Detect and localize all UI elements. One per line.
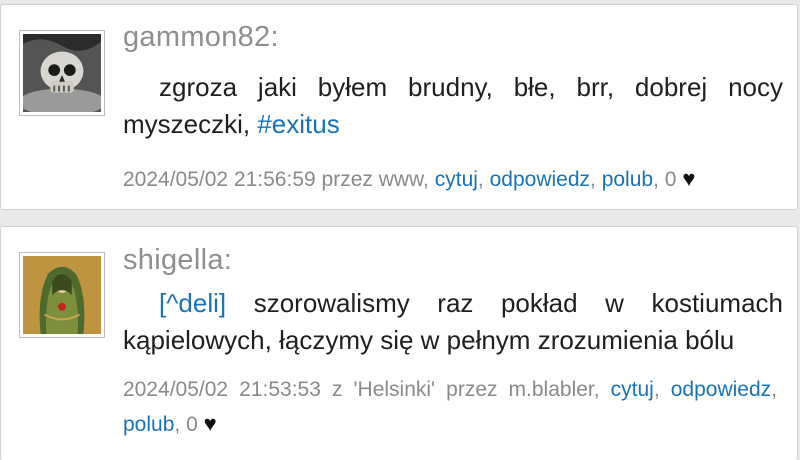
skull-avatar-image — [23, 34, 101, 112]
avatar[interactable] — [19, 252, 105, 338]
via-source: przez www, — [321, 168, 429, 191]
reply-link[interactable]: odpowiedz — [490, 168, 590, 191]
avatar[interactable] — [19, 30, 105, 116]
post-message: [^deli] szorowalismy raz pokład w kostiu… — [123, 285, 783, 359]
heart-icon: ♥ — [682, 166, 696, 191]
username[interactable]: gammon82: — [123, 21, 279, 54]
mention-link[interactable]: [^deli] — [159, 288, 226, 318]
post-meta: 2024/05/02 21:56:59 przez www, cytuj, od… — [123, 166, 696, 191]
timestamp: 2024/05/02 21:56:59 — [123, 168, 316, 191]
like-count: 0 — [664, 168, 677, 191]
quote-link[interactable]: cytuj — [611, 378, 654, 401]
painted-woman-avatar-image — [23, 256, 101, 334]
heart-icon: ♥ — [203, 411, 217, 436]
post-meta: 2024/05/02 21:53:53 z 'Helsinki' przez m… — [123, 378, 777, 436]
quote-link[interactable]: cytuj — [435, 168, 478, 191]
reply-link[interactable]: odpowiedz — [671, 378, 771, 401]
location: z 'Helsinki' — [331, 378, 436, 401]
message-text: zgroza jaki byłem brudny, błe, brr, dobr… — [123, 72, 783, 139]
via-source: przez m.blabler, — [446, 378, 600, 401]
like-link[interactable]: polub — [602, 168, 653, 191]
hashtag-link[interactable]: #exitus — [257, 109, 339, 139]
post-card: gammon82: zgroza jaki byłem brudny, błe,… — [0, 4, 798, 210]
timestamp: 2024/05/02 21:53:53 — [123, 378, 321, 401]
like-link[interactable]: polub — [123, 413, 174, 436]
username[interactable]: shigella: — [123, 244, 232, 277]
like-count: 0 — [186, 413, 198, 436]
post-message: zgroza jaki byłem brudny, błe, brr, dobr… — [123, 69, 783, 143]
post-card: shigella: [^deli] szorowalismy raz pokła… — [0, 226, 798, 460]
